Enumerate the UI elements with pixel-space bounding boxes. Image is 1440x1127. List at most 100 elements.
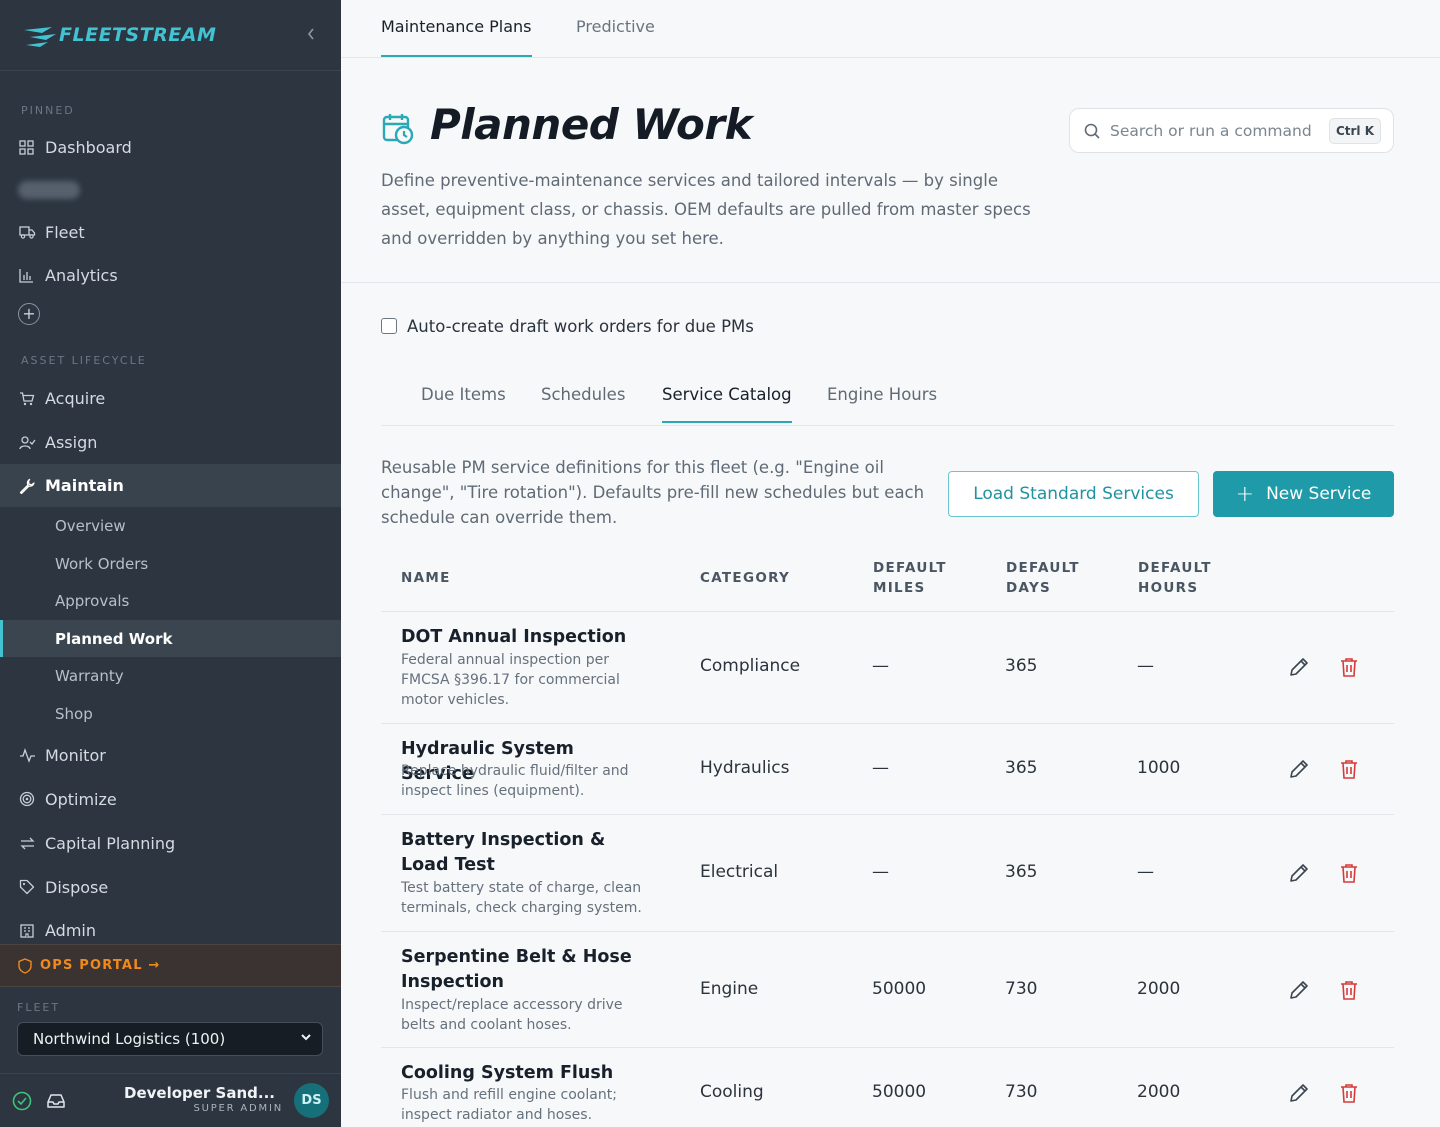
target-icon — [19, 790, 41, 808]
new-service-button[interactable]: + New Service — [1213, 471, 1394, 517]
search-input[interactable] — [1110, 119, 1320, 143]
service-category: Engine — [700, 979, 759, 999]
cart-icon — [19, 389, 41, 407]
trash-icon[interactable] — [1338, 862, 1360, 884]
service-default-hours: 1000 — [1137, 758, 1181, 778]
auto-create-label: Auto-create draft work orders for due PM… — [407, 316, 754, 336]
service-name: Cooling System Flush — [401, 1063, 614, 1083]
service-default-miles: 50000 — [872, 1082, 927, 1102]
trash-icon[interactable] — [1338, 758, 1360, 780]
fleet-select[interactable]: Northwind Logistics (100) — [17, 1022, 323, 1056]
sidebar-item-acquire[interactable]: Acquire — [0, 378, 341, 418]
sidebar-item-label: Capital Planning — [45, 833, 176, 853]
pinned-section-label: PINNED — [21, 104, 75, 117]
plus-icon: + — [1235, 481, 1255, 507]
sidebar-item-dispose[interactable]: Dispose — [0, 867, 341, 907]
service-category: Compliance — [700, 656, 801, 676]
auto-create-toggle[interactable]: Auto-create draft work orders for due PM… — [381, 314, 754, 338]
sub-tabs: Due Items Schedules Service Catalog Engi… — [381, 360, 1394, 426]
avatar[interactable]: DS — [294, 1083, 329, 1118]
sidebar-item-label: Monitor — [45, 745, 106, 765]
tab-maintenance-plans[interactable]: Maintenance Plans — [381, 17, 532, 57]
service-default-miles: — — [872, 862, 889, 882]
pencil-icon[interactable] — [1288, 862, 1310, 884]
table-row[interactable]: Serpentine Belt & Hose Inspection Inspec… — [381, 932, 1394, 1048]
sidebar-subitem-work-orders[interactable]: Work Orders — [0, 545, 341, 582]
sidebar-item-fleet[interactable]: Fleet — [0, 212, 341, 252]
pencil-icon[interactable] — [1288, 1082, 1310, 1104]
service-description: Replace hydraulic fluid/filter and inspe… — [401, 763, 629, 799]
check-circle-icon — [12, 1091, 32, 1111]
tab-due-items[interactable]: Due Items — [421, 385, 506, 421]
sidebar-subitem-planned-work[interactable]: Planned Work — [0, 620, 341, 657]
sidebar-subitem-warranty[interactable]: Warranty — [0, 657, 341, 694]
service-description: Inspect/replace accessory drive belts an… — [401, 997, 623, 1033]
sidebar-item-monitor[interactable]: Monitor — [0, 735, 341, 775]
table-row[interactable]: Hydraulic System Service Replace hydraul… — [381, 724, 1394, 815]
trash-icon[interactable] — [1338, 1082, 1360, 1104]
column-header-category[interactable]: CATEGORY — [700, 568, 790, 588]
service-default-miles: 50000 — [872, 979, 927, 999]
service-description: Test battery state of charge, clean term… — [401, 880, 642, 916]
sidebar-item-label: Dispose — [45, 877, 109, 897]
table-row[interactable]: Battery Inspection & Load Test Test batt… — [381, 815, 1394, 932]
shield-icon — [18, 957, 32, 974]
add-pinned-button[interactable]: + — [18, 303, 40, 325]
swap-icon — [19, 834, 41, 852]
calendar-clock-icon — [382, 114, 414, 145]
sidebar-item-label: Fleet — [45, 222, 85, 242]
command-search[interactable]: Ctrl K — [1069, 108, 1394, 153]
auto-create-checkbox[interactable] — [381, 318, 397, 334]
fleet-select-value: Northwind Logistics (100) — [33, 1030, 226, 1048]
bar-chart-icon — [19, 266, 41, 284]
redacted-pinned-item[interactable] — [18, 181, 80, 199]
chevron-down-icon — [301, 1034, 311, 1041]
sidebar-item-assign[interactable]: Assign — [0, 422, 341, 462]
service-name: Serpentine Belt & Hose Inspection — [401, 947, 632, 992]
keyboard-shortcut-badge: Ctrl K — [1329, 118, 1381, 144]
ops-portal-link[interactable]: OPS PORTAL → — [0, 944, 341, 987]
chevron-left-icon — [307, 28, 314, 40]
trash-icon[interactable] — [1338, 979, 1360, 1001]
table-row[interactable]: Cooling System Flush Flush and refill en… — [381, 1048, 1394, 1127]
service-default-days: 730 — [1005, 979, 1038, 999]
tag-icon — [19, 878, 41, 896]
trash-icon[interactable] — [1338, 656, 1360, 678]
sidebar-item-label: Assign — [45, 432, 98, 452]
tab-schedules[interactable]: Schedules — [541, 385, 625, 421]
sidebar-subitem-shop[interactable]: Shop — [0, 695, 341, 732]
sidebar-item-optimize[interactable]: Optimize — [0, 779, 341, 819]
user-check-icon — [19, 433, 41, 451]
sidebar-item-label: Maintain — [45, 476, 124, 495]
page-description: Define preventive-maintenance services a… — [381, 171, 1031, 248]
sidebar-item-capital-planning[interactable]: Capital Planning — [0, 823, 341, 863]
service-default-days: 365 — [1005, 862, 1038, 882]
sidebar-subitem-approvals[interactable]: Approvals — [0, 582, 341, 619]
load-standard-services-button[interactable]: Load Standard Services — [948, 471, 1199, 517]
inbox-icon[interactable] — [45, 1090, 67, 1112]
sidebar-item-maintain[interactable]: Maintain — [0, 464, 341, 507]
collapse-sidebar-button[interactable] — [301, 26, 321, 46]
column-header-name[interactable]: NAME — [401, 568, 451, 588]
pencil-icon[interactable] — [1288, 656, 1310, 678]
column-header-default-miles[interactable]: DEFAULT MILES — [873, 558, 963, 598]
column-header-default-hours[interactable]: DEFAULT HOURS — [1138, 558, 1228, 598]
pencil-icon[interactable] — [1288, 979, 1310, 1001]
sidebar-item-label: Dashboard — [45, 137, 132, 157]
sidebar-subitem-overview[interactable]: Overview — [0, 507, 341, 544]
sidebar-item-analytics[interactable]: Analytics — [0, 255, 341, 295]
user-name: Developer Sand... — [124, 1084, 275, 1102]
truck-icon — [19, 223, 41, 241]
wrench-icon — [19, 477, 41, 495]
sidebar-item-dashboard[interactable]: Dashboard — [0, 127, 341, 167]
sidebar-item-label: Analytics — [45, 265, 118, 285]
service-default-days: 365 — [1005, 758, 1038, 778]
table-row[interactable]: DOT Annual Inspection Federal annual ins… — [381, 612, 1394, 724]
tab-predictive[interactable]: Predictive — [576, 17, 655, 55]
pencil-icon[interactable] — [1288, 758, 1310, 780]
tab-service-catalog[interactable]: Service Catalog — [662, 385, 792, 423]
service-category: Hydraulics — [700, 758, 790, 778]
column-header-default-days[interactable]: DEFAULT DAYS — [1006, 558, 1096, 598]
service-default-days: 730 — [1005, 1082, 1038, 1102]
tab-engine-hours[interactable]: Engine Hours — [827, 385, 937, 421]
